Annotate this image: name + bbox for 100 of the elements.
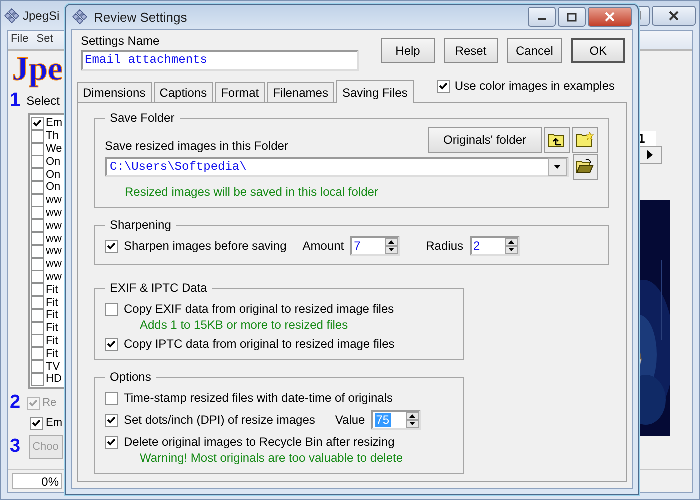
list-item[interactable]: Fit	[46, 284, 58, 296]
checkbox[interactable]	[31, 168, 44, 182]
amount-spinbox[interactable]: 7	[350, 236, 400, 256]
close-icon	[668, 10, 680, 20]
option-label: Re	[42, 397, 57, 409]
dialog-button[interactable]: Help	[381, 38, 435, 63]
checkbox[interactable]	[31, 155, 44, 168]
dialog-button[interactable]: Cancel	[507, 38, 562, 63]
list-item[interactable]: Fit	[46, 309, 58, 322]
close-button[interactable]	[588, 7, 632, 27]
list-item[interactable]: ww	[46, 270, 62, 283]
checkbox[interactable]	[31, 244, 44, 258]
checkbox[interactable]	[31, 206, 44, 220]
checkbox[interactable]	[31, 180, 44, 194]
checkbox[interactable]	[31, 322, 44, 335]
new-folder-button[interactable]	[572, 127, 598, 153]
list-item[interactable]: ww	[46, 232, 62, 245]
list-item[interactable]: ww	[46, 258, 62, 270]
group-title: Sharpening	[109, 218, 172, 232]
list-item[interactable]: ww	[46, 245, 62, 258]
checkbox[interactable]	[436, 80, 450, 92]
checkbox[interactable]	[105, 302, 118, 316]
list-item[interactable]: On	[46, 156, 61, 168]
originals-folder-button[interactable]: Originals' folder	[428, 127, 542, 153]
group-title: Save Folder	[109, 111, 176, 125]
checkbox-label: Use color images in examples	[454, 79, 615, 93]
dropdown-icon	[554, 165, 561, 169]
checkbox[interactable]	[31, 296, 44, 310]
checkbox[interactable]	[31, 360, 44, 374]
checkbox-label: Copy EXIF data from original to resized image files	[124, 302, 394, 316]
tab[interactable]: Saving Files	[336, 80, 414, 103]
checkbox[interactable]	[31, 347, 44, 360]
step-number: 1	[10, 91, 21, 111]
list-item[interactable]: Fit	[46, 296, 58, 309]
list-item[interactable]: Fit	[46, 334, 58, 347]
step-label: Select	[26, 94, 60, 108]
arrow-icon	[647, 150, 653, 160]
option-note: Warning! Most originals are too valuable to delete	[140, 451, 404, 465]
menu-item[interactable]: File	[11, 33, 29, 47]
list-item[interactable]: We	[46, 142, 62, 155]
spin-arrows-icon[interactable]	[406, 412, 420, 428]
list-item[interactable]: ww	[46, 206, 62, 219]
checkbox[interactable]	[31, 130, 44, 143]
folder-up-button[interactable]	[544, 127, 570, 153]
step-number: 3	[10, 437, 21, 457]
spin-arrows-icon[interactable]	[385, 238, 398, 254]
checkbox[interactable]	[31, 258, 44, 271]
checkbox[interactable]	[105, 338, 118, 350]
list-item[interactable]: TV	[46, 360, 60, 373]
checkbox[interactable]	[31, 116, 44, 130]
field-label: Save resized images in this Folder	[105, 139, 288, 153]
open-folder-icon	[576, 159, 594, 175]
folder-note: Resized images will be saved in this local folder	[125, 185, 380, 199]
menu-item[interactable]: Set	[36, 33, 54, 47]
dialog-button[interactable]: OK	[571, 38, 626, 63]
checkbox[interactable]	[31, 219, 44, 232]
list-item[interactable]: Fit	[46, 348, 58, 360]
folder-path-combobox[interactable]: C:\Users\Softpedia\	[105, 157, 569, 177]
checkbox[interactable]	[105, 436, 118, 448]
browse-folder-button[interactable]	[572, 154, 598, 180]
checkbox-label: Sharpen images before saving	[124, 239, 287, 253]
field-label: Settings Name	[81, 34, 161, 48]
close-button[interactable]	[652, 6, 696, 26]
app-logo: Jpe	[12, 51, 64, 89]
list-item[interactable]: HD	[46, 373, 62, 386]
checkbox[interactable]	[105, 414, 118, 426]
checkbox[interactable]	[105, 240, 118, 252]
next-button[interactable]	[638, 146, 662, 164]
checkbox[interactable]	[31, 270, 44, 284]
spin-arrows-icon[interactable]	[504, 238, 518, 254]
minimize-button[interactable]	[528, 7, 556, 27]
tab[interactable]: Captions	[154, 82, 214, 102]
checkbox[interactable]	[31, 372, 44, 386]
tab[interactable]: Format	[215, 82, 266, 102]
list-item[interactable]: On	[46, 181, 61, 194]
checkbox[interactable]	[31, 283, 44, 296]
list-item[interactable]: Fit	[46, 322, 58, 334]
list-item[interactable]: Em	[46, 117, 62, 130]
radius-spinbox[interactable]: 2	[470, 236, 520, 256]
tab[interactable]: Filenames	[267, 82, 334, 102]
progress-field: 0%	[12, 473, 62, 489]
checkbox[interactable]	[31, 308, 44, 322]
checkbox[interactable]	[105, 392, 118, 404]
list-item[interactable]: ww	[46, 194, 62, 206]
maximize-button[interactable]	[558, 7, 586, 27]
list-item[interactable]: On	[46, 168, 61, 181]
checkbox[interactable]	[31, 334, 44, 348]
checkbox[interactable]	[30, 416, 43, 430]
option-note: Adds 1 to 15KB or more to resized files	[140, 318, 350, 332]
settings-name-field[interactable]: Email attachments	[81, 50, 359, 71]
new-folder-icon	[576, 132, 594, 148]
field-label: Value	[335, 413, 366, 427]
list-item[interactable]: ww	[46, 220, 62, 232]
dialog-title: Review Settings	[94, 10, 188, 24]
checkbox[interactable]	[31, 142, 44, 156]
checkbox[interactable]	[31, 232, 44, 246]
dialog-button[interactable]: Reset	[444, 38, 498, 63]
list-item[interactable]: Th	[46, 130, 59, 142]
tab[interactable]: Dimensions	[77, 82, 152, 102]
checkbox[interactable]	[31, 194, 44, 207]
